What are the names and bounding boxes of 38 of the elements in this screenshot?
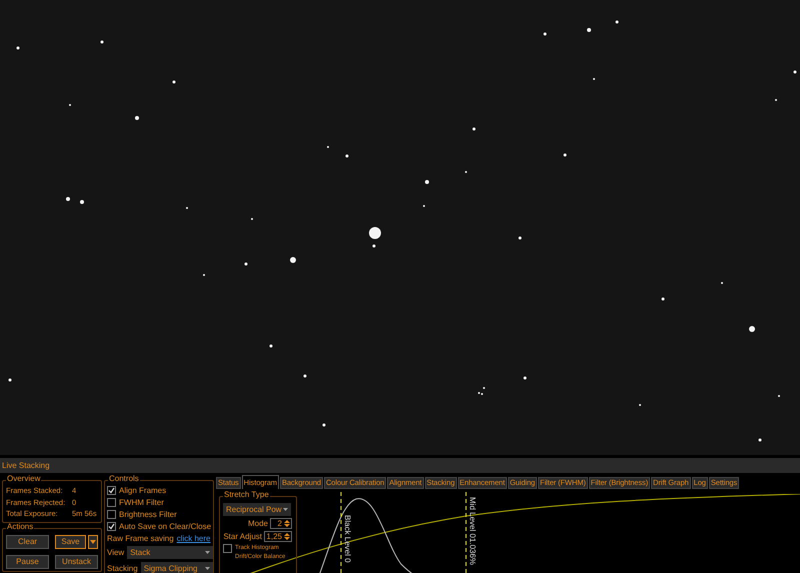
level-marker-label: Mid Level 01.036% — [468, 497, 476, 566]
action-button[interactable]: Pause — [6, 555, 49, 569]
select-label: View — [107, 548, 124, 556]
spinner-label: Mode — [248, 520, 268, 528]
action-button[interactable]: Clear — [6, 535, 49, 549]
checkbox-label: FWHM Filter — [119, 498, 164, 506]
raw-frame-label: Raw Frame saving — [107, 535, 174, 543]
caret-icon — [205, 551, 210, 554]
checkbox[interactable] — [107, 522, 116, 531]
select-label: Stacking — [107, 564, 138, 572]
group-label: Overview — [6, 475, 42, 483]
action-button[interactable]: Unstack — [55, 555, 98, 569]
stretch-type-dropdown[interactable]: Reciprocal Pow — [223, 503, 291, 516]
group-label: Stretch Type — [223, 491, 270, 499]
save-button[interactable]: Save — [55, 535, 86, 549]
caret-icon — [90, 540, 96, 544]
group-label: Controls — [108, 475, 140, 483]
dropdown-button[interactable] — [88, 535, 98, 549]
number-spinner[interactable]: 1,25 — [264, 531, 292, 542]
up-down-arrows-icon — [283, 532, 291, 541]
checkbox[interactable] — [223, 544, 232, 553]
group-label: Actions — [6, 523, 34, 531]
checkbox[interactable] — [107, 498, 116, 507]
level-marker-label: Black Level 0 — [343, 515, 351, 563]
click-here-link[interactable]: click here — [176, 535, 210, 543]
caret-icon — [283, 508, 288, 511]
number-spinner[interactable]: 2 — [270, 518, 292, 529]
up-down-arrows-icon — [283, 519, 291, 528]
dropdown-field[interactable]: Sigma Clipping — [140, 562, 213, 573]
checkbox-label: Align Frames — [119, 486, 166, 494]
checkbox-label: Brightness Filter — [119, 510, 177, 518]
dropdown-field[interactable]: Stack — [127, 546, 213, 559]
spinner-label: Star Adjust — [223, 532, 262, 540]
checkbox-label: Auto Save on Clear/Close — [119, 522, 212, 530]
checkbox[interactable] — [107, 486, 116, 495]
checkbox[interactable] — [107, 510, 116, 519]
panel-title: Live Stacking — [2, 462, 50, 470]
caret-icon — [205, 567, 210, 570]
